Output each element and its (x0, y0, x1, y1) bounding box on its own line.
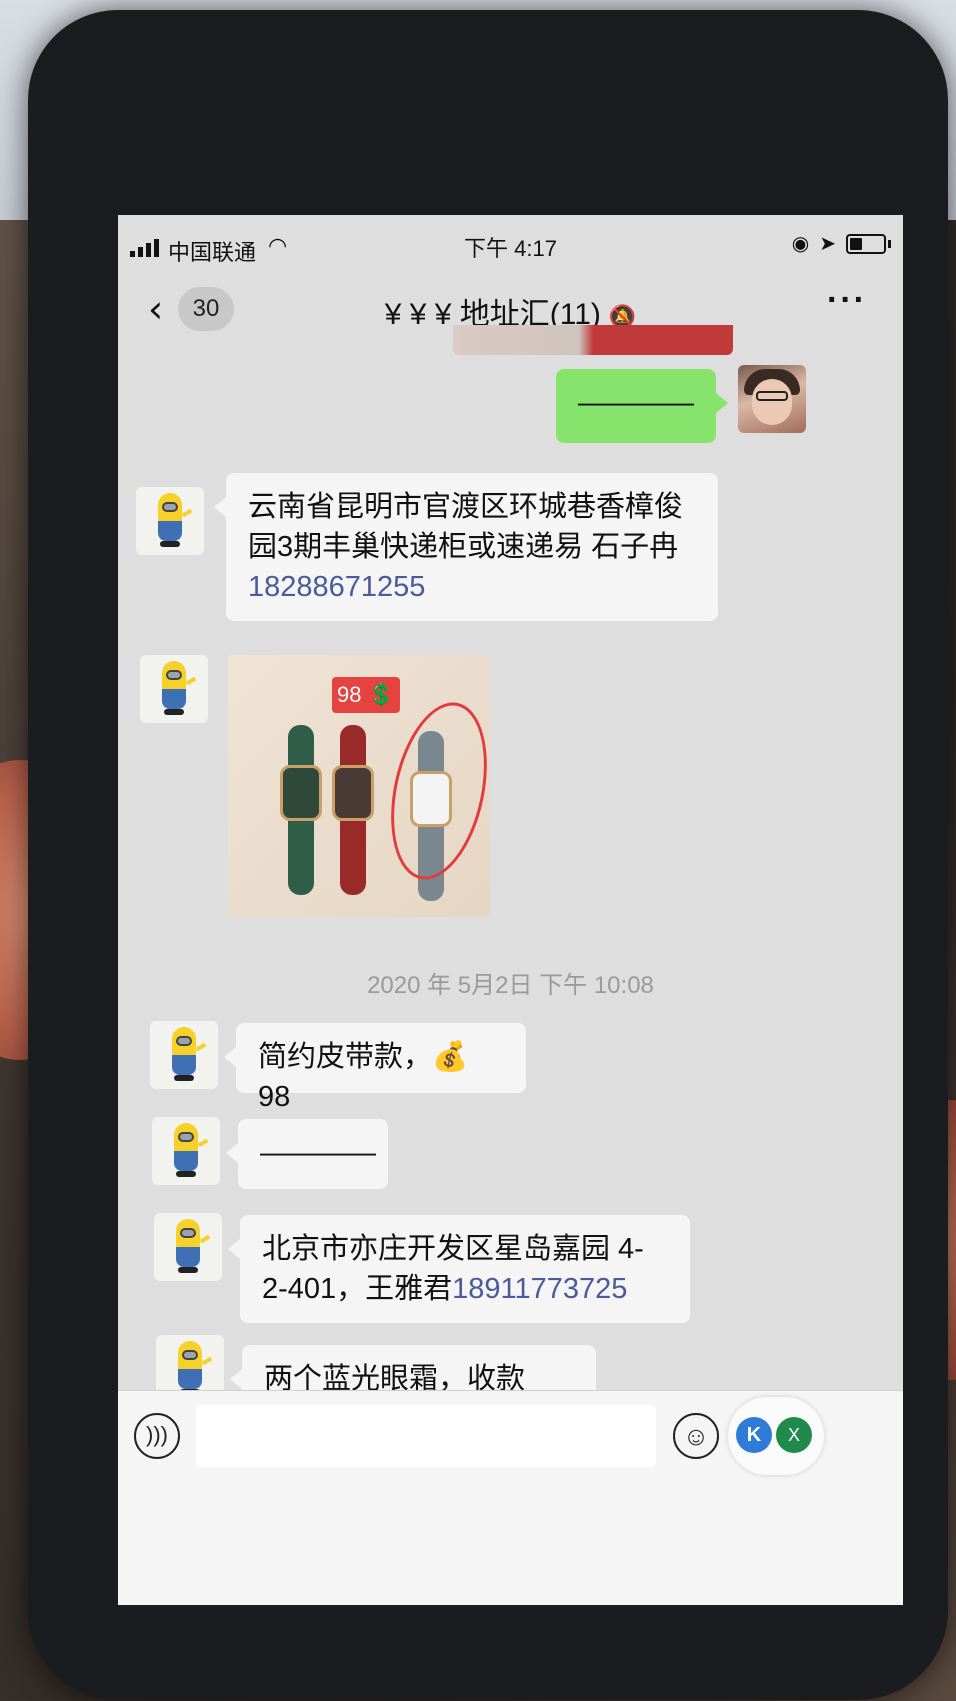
self-avatar[interactable] (738, 365, 806, 433)
chat-screen: 中国联通 ◠ 下午 4:17 ◉ ➤ ‹ 30 ¥ ¥ ¥ 地址汇(11) 🔕 ·… (118, 215, 903, 1605)
battery-icon (846, 233, 886, 254)
status-bar: 中国联通 ◠ 下午 4:17 ◉ ➤ (118, 215, 903, 275)
message-text: 云南省昆明市官渡区环城巷香樟俊园3期丰巢快递柜或速递易 石子冉 (248, 491, 684, 563)
message-bubble[interactable]: ———— (226, 1119, 388, 1189)
rotation-lock-icon: ◉ (791, 233, 810, 255)
widget-k-icon[interactable]: K (736, 1417, 772, 1453)
message-bubble[interactable]: 北京市亦庄开发区星岛嘉园 4-2-401，王雅君18911773725 (228, 1215, 690, 1323)
input-bar: ))) ☺ K X (118, 1390, 903, 1605)
message-bubble[interactable]: ———— (556, 369, 728, 443)
message-text: ———— (260, 1137, 376, 1169)
minion-avatar[interactable] (140, 655, 208, 723)
minion-avatar[interactable] (154, 1213, 222, 1281)
status-time: 下午 4:17 (464, 236, 557, 261)
message-text: 简约皮带款，💰 98 (258, 1041, 469, 1113)
voice-input-button[interactable]: ))) (134, 1413, 180, 1459)
floating-widget[interactable]: K X (728, 1397, 824, 1475)
watch-red (332, 725, 374, 895)
location-icon: ➤ (819, 233, 836, 255)
red-circle-annotation (376, 693, 490, 889)
widget-close-icon[interactable]: X (776, 1417, 812, 1453)
battery-tip (888, 239, 891, 248)
message-input[interactable] (196, 1405, 656, 1467)
phone-link[interactable]: 18911773725 (452, 1273, 627, 1305)
message-text: ———— (578, 387, 694, 419)
price-tag: 98 💲 (332, 677, 400, 713)
watch-green (280, 725, 322, 895)
timestamp: 2020 年 5月2日 下午 10:08 (367, 972, 654, 999)
product-image[interactable]: 98 💲 (228, 655, 490, 917)
message-bubble[interactable]: 简约皮带款，💰 98 (224, 1023, 526, 1113)
partial-image-message[interactable] (453, 325, 733, 355)
phone-link[interactable]: 18288671255 (248, 571, 425, 603)
minion-avatar[interactable] (152, 1117, 220, 1185)
minion-avatar[interactable] (150, 1021, 218, 1089)
minion-avatar[interactable] (136, 487, 204, 555)
status-right: ◉ ➤ (792, 231, 891, 256)
emoji-button[interactable]: ☺ (673, 1413, 719, 1459)
phone-frame: 中国联通 ◠ 下午 4:17 ◉ ➤ ‹ 30 ¥ ¥ ¥ 地址汇(11) 🔕 ·… (28, 10, 948, 1700)
more-options-icon[interactable]: ··· (827, 281, 867, 320)
message-list[interactable]: ———— 云南省昆明市官渡区环城巷香樟俊园3期丰巢快递柜或速递易 石子冉 182… (118, 325, 903, 1435)
message-bubble[interactable]: 云南省昆明市官渡区环城巷香樟俊园3期丰巢快递柜或速递易 石子冉 18288671… (214, 473, 718, 621)
